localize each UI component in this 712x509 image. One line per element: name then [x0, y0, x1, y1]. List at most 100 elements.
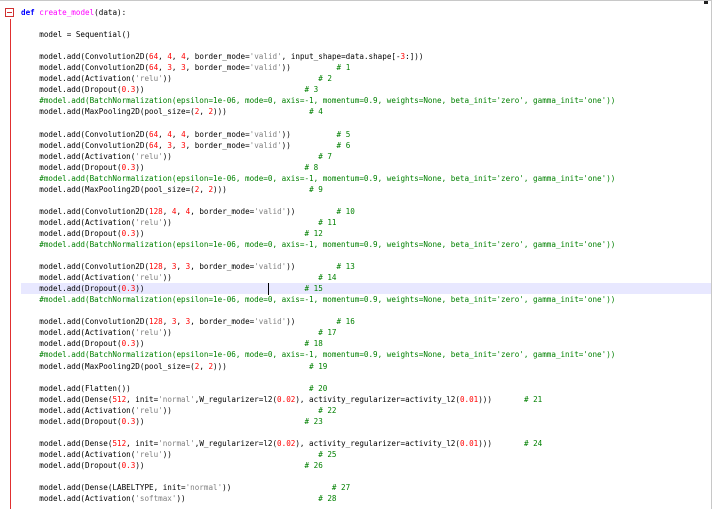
- code-line[interactable]: model.add(MaxPooling2D(pool_size=(2, 2))…: [21, 106, 711, 117]
- code-line[interactable]: model.add(Activation('softmax')) # 28: [21, 493, 711, 504]
- code-token: create_model: [39, 8, 95, 17]
- code-token: ))): [478, 394, 524, 404]
- code-editor[interactable]: def create_model(data): model = Sequenti…: [0, 0, 712, 509]
- code-token: # 24: [523, 438, 543, 448]
- code-token: # 3: [304, 85, 319, 95]
- code-token: model.add(Dense(: [21, 394, 113, 404]
- code-line[interactable]: model.add(Activation('relu')) # 22: [21, 405, 711, 416]
- code-token: 'relu': [135, 405, 163, 415]
- code-line[interactable]: model.add(Dense(LABELTYPE, init='normal'…: [21, 482, 711, 493]
- code-line[interactable]: model.add(Dropout(0.3)) # 3: [21, 84, 711, 95]
- code-token: )): [286, 206, 337, 216]
- code-line[interactable]: model.add(Dropout(0.3)) # 15: [21, 283, 711, 296]
- code-token: def: [21, 8, 40, 17]
- code-token: model.add(Dropout(: [21, 162, 122, 172]
- code-token: model.add(Convolution2D(: [21, 129, 150, 139]
- code-line[interactable]: model.add(Dropout(0.3)) # 8: [21, 162, 711, 173]
- code-token: ,: [176, 262, 186, 272]
- code-token: # 2: [318, 74, 332, 84]
- code-token: model.add(Dropout(: [21, 284, 122, 294]
- code-token: )): [222, 483, 332, 493]
- code-line[interactable]: model.add(Activation('relu')) # 2: [21, 73, 711, 84]
- code-line[interactable]: [21, 117, 711, 128]
- code-token: model.add(Dense(LABELTYPE, init=: [21, 483, 186, 493]
- code-token: #model.add(BatchNormalization(epsilon=1e…: [21, 173, 616, 183]
- scroll-marker: [704, 1, 708, 4]
- code-line[interactable]: [21, 427, 711, 438]
- code-line[interactable]: #model.add(BatchNormalization(epsilon=1e…: [21, 95, 711, 106]
- code-token: # 11: [318, 217, 337, 227]
- code-line[interactable]: model.add(Dropout(0.3)) # 18: [21, 338, 711, 349]
- code-line[interactable]: [21, 195, 711, 206]
- code-line[interactable]: model.add(Convolution2D(128, 4, 4, borde…: [21, 206, 711, 217]
- code-line[interactable]: [21, 471, 711, 482]
- code-token: model.add(Convolution2D(: [21, 262, 150, 272]
- code-token: model = Sequential(): [21, 30, 131, 40]
- code-token: # 19: [309, 361, 328, 371]
- code-line[interactable]: model.add(Convolution2D(64, 3, 3, border…: [21, 62, 711, 73]
- code-token: )): [135, 284, 305, 294]
- code-line[interactable]: #model.add(BatchNormalization(epsilon=1e…: [21, 173, 711, 184]
- code-token: ,: [158, 140, 168, 150]
- code-line[interactable]: model.add(Dropout(0.3)) # 23: [21, 416, 711, 427]
- code-token: ), activity_regularizer=activity_l2(: [295, 438, 460, 448]
- code-line[interactable]: [21, 305, 711, 316]
- code-token: 0.02: [277, 438, 296, 448]
- code-token: # 20: [309, 383, 328, 393]
- code-token: ,: [176, 317, 186, 327]
- code-token: 0.02: [277, 394, 296, 404]
- code-line[interactable]: model.add(MaxPooling2D(pool_size=(2, 2))…: [21, 184, 711, 195]
- code-token: # 28: [318, 494, 337, 504]
- code-token: ,: [162, 317, 172, 327]
- code-line[interactable]: model.add(Activation('relu')) # 11: [21, 217, 711, 228]
- code-token: )): [281, 140, 337, 150]
- code-line[interactable]: model.add(Activation('relu')) # 14: [21, 272, 711, 283]
- code-token: )): [176, 494, 319, 504]
- code-line[interactable]: model.add(MaxPooling2D(pool_size=(2, 2))…: [21, 361, 711, 372]
- code-token: )): [162, 74, 319, 84]
- code-line[interactable]: #model.add(BatchNormalization(epsilon=1e…: [21, 239, 711, 250]
- code-line[interactable]: [21, 18, 711, 29]
- code-line[interactable]: model.add(Convolution2D(64, 3, 3, border…: [21, 140, 711, 151]
- code-line[interactable]: model.add(Flatten()) # 20: [21, 383, 711, 394]
- code-line[interactable]: model.add(Convolution2D(128, 3, 3, borde…: [21, 261, 711, 272]
- code-line[interactable]: #model.add(BatchNormalization(epsilon=1e…: [21, 294, 711, 305]
- code-line[interactable]: model.add(Activation('relu')) # 25: [21, 449, 711, 460]
- code-line[interactable]: model.add(Dropout(0.3)) # 26: [21, 460, 711, 471]
- code-token: 128: [149, 206, 163, 216]
- code-token: # 21: [523, 394, 543, 404]
- code-line[interactable]: [21, 40, 711, 51]
- code-token: # 7: [318, 151, 332, 161]
- code-token: , init=: [126, 394, 159, 404]
- code-line[interactable]: [21, 372, 711, 383]
- code-line[interactable]: #model.add(BatchNormalization(epsilon=1e…: [21, 349, 711, 360]
- code-token: )): [135, 162, 305, 172]
- code-line[interactable]: model = Sequential(): [21, 29, 711, 40]
- code-token: 'valid': [249, 140, 282, 150]
- code-token: # 5: [336, 129, 351, 139]
- code-line[interactable]: model.add(Dropout(0.3)) # 12: [21, 228, 711, 239]
- code-line[interactable]: model.add(Convolution2D(128, 3, 3, borde…: [21, 316, 711, 327]
- code-line[interactable]: model.add(Activation('relu')) # 7: [21, 151, 711, 162]
- code-area[interactable]: def create_model(data): model = Sequenti…: [21, 7, 711, 504]
- code-line[interactable]: model.add(Activation('relu')) # 17: [21, 327, 711, 338]
- code-line[interactable]: model.add(Dense(512, init='normal',W_reg…: [21, 438, 711, 449]
- code-token: 'valid': [254, 206, 287, 216]
- code-token: # 22: [318, 405, 337, 415]
- code-line[interactable]: [21, 250, 711, 261]
- code-token: # 9: [309, 184, 323, 194]
- code-token: :])): [405, 52, 424, 62]
- code-token: model.add(Activation(: [21, 273, 136, 283]
- code-line[interactable]: def create_model(data):: [21, 7, 711, 18]
- code-token: ,: [171, 52, 182, 62]
- code-line[interactable]: model.add(Convolution2D(64, 4, 4, border…: [21, 51, 711, 62]
- code-line[interactable]: model.add(Convolution2D(64, 4, 4, border…: [21, 129, 711, 140]
- code-token: model.add(Dropout(: [21, 228, 122, 238]
- code-token: ))): [213, 107, 310, 117]
- code-token: 'normal': [185, 483, 223, 493]
- code-token: 64: [149, 63, 159, 73]
- code-token: model.add(MaxPooling2D(pool_size=(: [21, 361, 195, 371]
- code-line[interactable]: model.add(Dense(512, init='normal',W_reg…: [21, 394, 711, 405]
- code-token: 'relu': [135, 74, 163, 84]
- fold-collapse-icon[interactable]: [5, 8, 14, 17]
